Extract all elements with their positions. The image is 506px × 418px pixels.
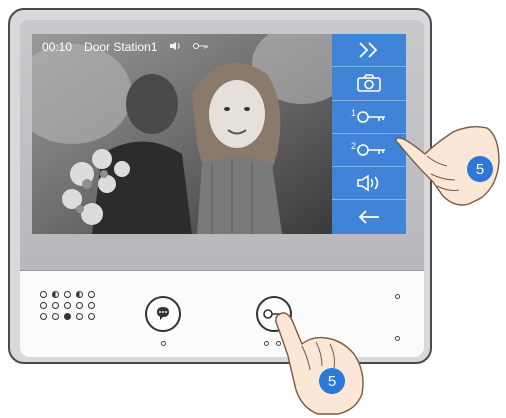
snapshot-button[interactable] (332, 67, 406, 101)
talk-icon (157, 307, 169, 320)
step-badge: 5 (467, 156, 493, 182)
grille-dot (40, 291, 47, 298)
unlock-2-label: 2 (350, 141, 356, 152)
grille-dot (40, 313, 47, 320)
talk-button[interactable] (145, 296, 181, 332)
grille-dot (76, 291, 83, 298)
skip-forward-button[interactable] (332, 34, 406, 68)
key-small-icon (193, 42, 209, 52)
grille-dot (88, 291, 95, 298)
grille-dot (40, 302, 47, 309)
speaker-small-icon (169, 41, 181, 53)
station-name: Door Station1 (84, 40, 158, 54)
camera-feed-image (32, 34, 332, 234)
grille-dot (88, 313, 95, 320)
step-badge: 5 (319, 368, 345, 394)
indicator-dot (264, 341, 269, 346)
grille-dot (52, 291, 59, 298)
grille-dot (52, 302, 59, 309)
camera-icon (357, 74, 381, 93)
unlock-1-icon (357, 110, 385, 123)
call-timer: 00:10 (42, 40, 73, 54)
pointing-hand-bottom (275, 312, 364, 415)
grille-dot (64, 313, 71, 320)
screen-status-bar: 00:10 Door Station1 (42, 40, 209, 54)
skip-forward-icon (359, 42, 378, 58)
unlock-2-icon (357, 144, 385, 156)
grille-dot (52, 313, 59, 320)
indicator-dot (395, 336, 400, 341)
unlock-1-label: 1 (350, 107, 356, 118)
grille-dot (64, 302, 71, 309)
back-arrow-icon (358, 210, 379, 224)
indicator-dot (395, 294, 400, 299)
video-screen: 00:10 Door Station1 1 2 (32, 34, 406, 234)
grille-dot (76, 313, 83, 320)
indicator-dot (161, 341, 166, 346)
grille-dot (88, 302, 95, 309)
volume-icon (357, 174, 379, 192)
grille-dot (64, 291, 71, 298)
speaker-grille (40, 291, 100, 320)
grille-dot (76, 302, 83, 309)
